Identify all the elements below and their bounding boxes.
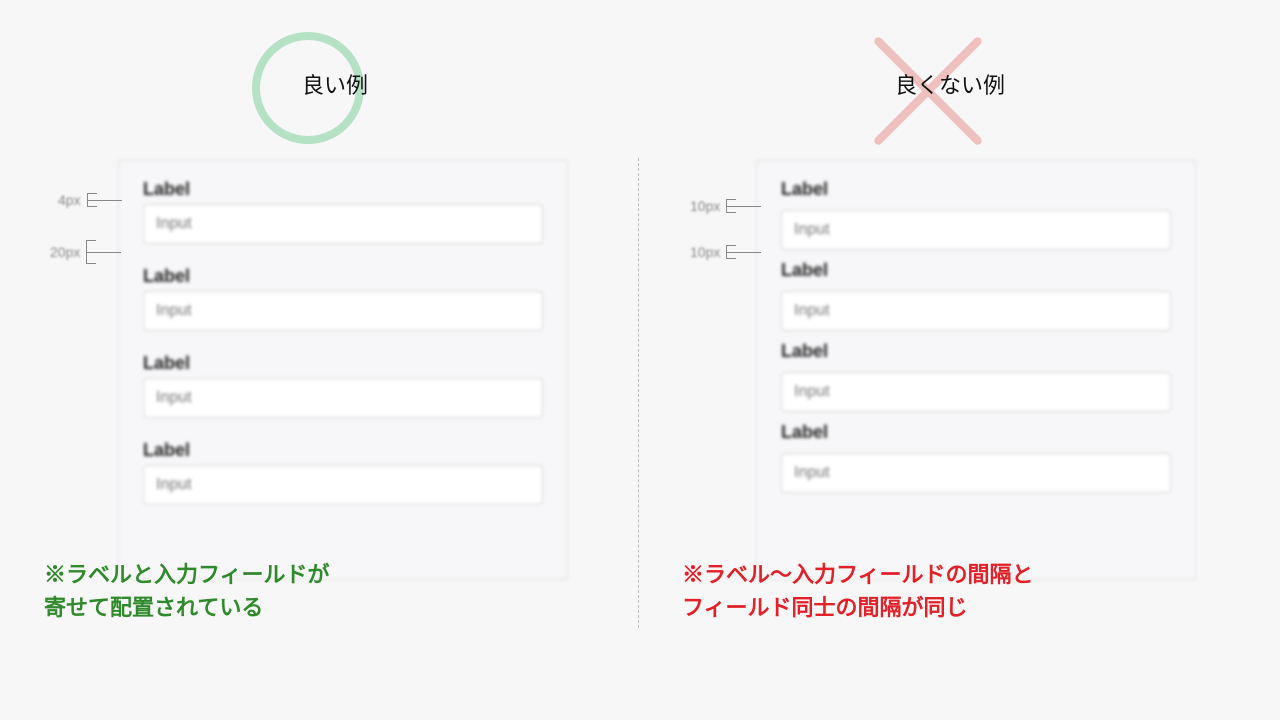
bad-caption: ※ラベル～入力フィールドの間隔と フィールド同士の間隔が同じ — [682, 558, 1034, 624]
spacing-callout: 4px — [58, 192, 122, 208]
spacing-callout: 10px — [690, 198, 761, 214]
bracket-icon — [87, 193, 88, 207]
callout-stem — [727, 252, 761, 253]
field-label: Label — [781, 260, 1171, 281]
bad-title: 良くない例 — [850, 68, 1050, 100]
page: 良い例 良くない例 Label Label Label Label 4px 20… — [0, 0, 1280, 720]
field-label: Label — [143, 266, 543, 287]
form-group: Label — [143, 440, 543, 505]
field-input[interactable] — [143, 204, 543, 244]
bracket-icon — [86, 240, 87, 264]
form-group: Label — [781, 179, 1171, 250]
good-caption: ※ラベルと入力フィールドが 寄せて配置されている — [44, 558, 330, 624]
column-divider — [638, 158, 639, 628]
field-input[interactable] — [781, 210, 1171, 250]
header-row: 良い例 良くない例 — [0, 18, 1280, 148]
form-group: Label — [143, 266, 543, 331]
form-group: Label — [781, 260, 1171, 331]
field-input[interactable] — [781, 291, 1171, 331]
form-group: Label — [143, 353, 543, 418]
spacing-callout: 10px — [690, 244, 761, 260]
field-label: Label — [143, 179, 543, 200]
form-group: Label — [143, 179, 543, 244]
good-form-panel: Label Label Label Label — [118, 160, 568, 580]
form-group: Label — [781, 341, 1171, 412]
good-title: 良い例 — [235, 68, 435, 100]
field-label: Label — [781, 422, 1171, 443]
caption-line: ※ラベル～入力フィールドの間隔と — [682, 562, 1034, 587]
field-label: Label — [143, 440, 543, 461]
field-input[interactable] — [143, 378, 543, 418]
field-input[interactable] — [781, 372, 1171, 412]
spacing-value: 4px — [58, 192, 81, 208]
callout-stem — [88, 200, 122, 201]
field-label: Label — [143, 353, 543, 374]
field-input[interactable] — [781, 453, 1171, 493]
bad-form-panel: Label Label Label Label — [756, 160, 1196, 580]
spacing-value: 10px — [690, 198, 720, 214]
spacing-callout: 20px — [50, 240, 121, 264]
field-label: Label — [781, 179, 1171, 200]
form-group: Label — [781, 422, 1171, 493]
bracket-icon — [726, 245, 727, 259]
callout-stem — [87, 252, 121, 253]
field-input[interactable] — [143, 291, 543, 331]
callout-stem — [727, 206, 761, 207]
caption-line: 寄せて配置されている — [44, 595, 263, 620]
field-label: Label — [781, 341, 1171, 362]
bracket-icon — [726, 199, 727, 213]
caption-line: フィールド同士の間隔が同じ — [682, 595, 968, 620]
spacing-value: 20px — [50, 244, 80, 260]
caption-line: ※ラベルと入力フィールドが — [44, 562, 330, 587]
spacing-value: 10px — [690, 244, 720, 260]
field-input[interactable] — [143, 465, 543, 505]
